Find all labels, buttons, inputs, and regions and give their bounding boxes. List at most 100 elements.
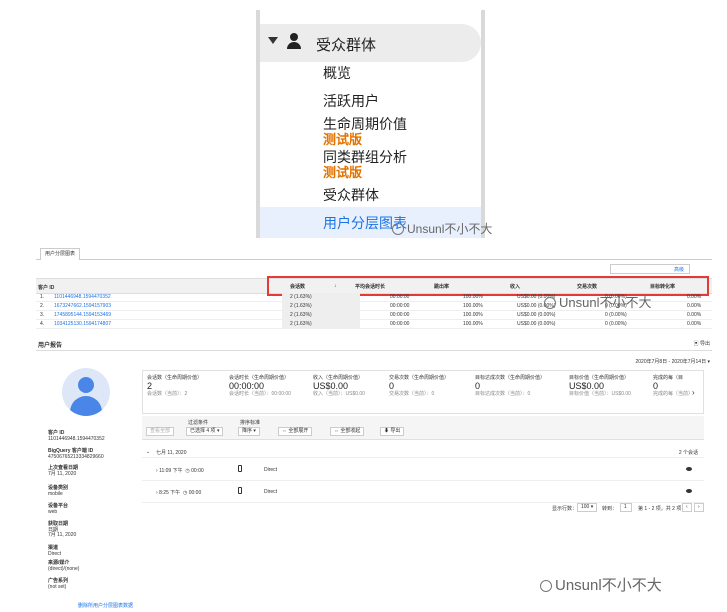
person-icon [287, 33, 301, 49]
metric-value: US$0.00 [313, 381, 349, 391]
mobile-icon [238, 487, 242, 494]
day-header[interactable]: ⌄ 七月 11, 2020 2 个会话 [142, 446, 704, 458]
watermark: Unsunl不小不大 [540, 574, 662, 595]
client-id-link[interactable]: 1101446948.1594470352 [54, 293, 111, 301]
session-row[interactable]: › 8:25 下午 ◷ 00:00 Direct [142, 481, 704, 503]
metric-value: 0 [389, 381, 395, 391]
date-range-picker[interactable]: 2020年7月8日 - 2020年7月14日 ▾ [635, 358, 710, 365]
caret-down-icon [268, 37, 278, 44]
cell-tx: 0 (0.00%) [605, 321, 627, 327]
metric-card: 目标达成次数（生命周期价值） 0 目标达成次数（当前）：0 [475, 375, 545, 397]
profile-field: BigQuery 客户端 ID 47506765213334829660 [48, 448, 104, 460]
session-row[interactable]: › 11:09 下午 ◷ 00:00 Direct [142, 459, 704, 481]
table-row[interactable]: 4. 1034125130.1594174807 2 (1.63%) 00:00:00… [36, 320, 712, 329]
cell-dur: 00:00:00 [390, 321, 410, 327]
cell-bounce: 100.00% [463, 303, 483, 309]
rows-per-page-label: 显示行数： [552, 506, 578, 512]
metric-sub: 收入（当前）：US$0.00 [313, 391, 365, 397]
profile-field-value: mobile [48, 491, 63, 497]
page-range: 第 1 - 2 项，共 2 项 [638, 506, 682, 512]
metric-sub: 会话数（当前）：2 [147, 391, 188, 397]
metrics-bar: 会话数（生命周期价值） 2 会话数（当前）：2 会话时长（生命周期价值） 00:00:0… [142, 370, 704, 414]
profile-field-value: web [48, 509, 58, 515]
prev-page-button[interactable]: ‹ [682, 503, 692, 512]
col-client-id[interactable]: 客户 ID [38, 284, 54, 291]
delete-data-link[interactable]: 删除所用户分层图表数据 [78, 602, 133, 609]
expand-all-button[interactable]: ⇔ 全部展开 [278, 427, 313, 436]
watermark: Unsunl不小不大 [544, 292, 651, 311]
day-label: 七月 11, 2020 [156, 450, 187, 456]
metric-sub: 完成的每（当前） [653, 391, 694, 397]
cell-dur: 00:00:00 [390, 303, 410, 309]
wechat-icon [392, 223, 404, 235]
cell-tx: 0 (0.00%) [605, 312, 627, 318]
profile-field-value: (not set) [48, 584, 67, 590]
nav-section-label: 受众群体 [316, 37, 377, 54]
metric-label: 交易次数（生命周期价值） [389, 375, 450, 381]
metric-sub: 目标达成次数（当前）：0 [475, 391, 531, 397]
nav-item-active-users[interactable]: 活跃用户 [323, 91, 379, 111]
export-button[interactable]: ▣ 导出 [694, 340, 710, 347]
row-number: 3. [40, 312, 45, 318]
session-time: › 11:09 下午 ◷ 00:00 [156, 468, 204, 474]
goto-label: 转到： [602, 506, 618, 512]
client-id-link[interactable]: 1673247662.1594157903 [54, 302, 111, 310]
goto-input[interactable]: 1 [620, 503, 632, 512]
wechat-icon [544, 297, 556, 309]
nav-item-overview[interactable]: 概览 [323, 63, 351, 83]
avatar [62, 368, 110, 416]
profile-field: 渠道 Direct [48, 545, 61, 557]
tab-bar: 用户分层图表 [36, 248, 712, 260]
divider [36, 350, 712, 351]
nav-section-audience[interactable]: 受众群体 [260, 24, 481, 62]
profile-field: 设备平台 web [48, 503, 68, 515]
collapse-all-button[interactable]: ⇔ 全部收起 [330, 427, 365, 436]
cell-bounce: 100.00% [463, 312, 483, 318]
profile-field: 设备类别 mobile [48, 485, 68, 497]
client-id-link[interactable]: 1034125130.1594174807 [54, 320, 111, 328]
cell-sessions: 2 (1.63%) [290, 294, 312, 300]
profile-field-value: 47506765213334829660 [48, 454, 104, 460]
session-count: 2 个会话 [678, 450, 698, 456]
view-all-button[interactable]: 查看全部 [146, 427, 175, 436]
profile-field: 上次查看日期 7月 11, 2020 [48, 465, 78, 477]
eye-icon[interactable] [686, 489, 692, 493]
profile-field: 广告系列 (not set) [48, 578, 68, 590]
metric-value: 0 [475, 381, 481, 391]
export-button[interactable]: ⬇ 导出 [380, 427, 405, 436]
beta-badge: 测试版 [323, 132, 363, 147]
cell-conv: 0.00% [687, 294, 702, 300]
nav-scrollbar[interactable] [481, 10, 485, 238]
metric-value: 2 [147, 381, 153, 391]
table-row[interactable]: 3. 1745895144.1594153469 2 (1.63%) 00:00:00… [36, 311, 712, 320]
cell-bounce: 100.00% [463, 321, 483, 327]
filter-dropdown[interactable]: 已选择 4 项 ▾ [186, 427, 224, 436]
sort-label: 排序标准 [240, 420, 261, 426]
toolbar: 查看全部 过滤条件 已选择 4 项 ▾ 排序标准 降序 ▾ ⇔ 全部展开 ⇔ 全… [142, 416, 704, 440]
chevron-right-icon[interactable]: › [692, 388, 695, 397]
session-time: › 8:25 下午 ◷ 00:00 [156, 490, 202, 496]
profile-field-value: (direct)/(none) [48, 566, 80, 572]
row-number: 2. [40, 303, 45, 309]
profile-field: 7月 11, 2020 [48, 532, 76, 538]
cell-rev: US$0.00 (0.00%) [517, 312, 556, 318]
watermark: Unsunl不小不大 [392, 220, 492, 237]
sort-dropdown[interactable]: 降序 ▾ [238, 427, 260, 436]
metric-value: US$0.00 [569, 381, 605, 391]
row-number: 4. [40, 321, 45, 327]
rows-per-page-select[interactable]: 100 ▾ [577, 503, 598, 512]
metric-sub: 会话时长（当前）：00:00:00 [229, 391, 291, 397]
metric-card: 会话数（生命周期价值） 2 会话数（当前）：2 [147, 375, 202, 397]
next-page-button[interactable]: › [694, 503, 704, 512]
metric-sub: 目标价值（当前）：US$0.00 [569, 391, 631, 397]
client-id-link[interactable]: 1745895144.1594153469 [54, 311, 111, 319]
eye-icon[interactable] [686, 467, 692, 471]
metric-card: 目标价值（生命周期价值） US$0.00 目标价值（当前）：US$0.00 [569, 375, 631, 397]
metric-label: 会话数（生命周期价值） [147, 375, 203, 381]
nav-item-audiences[interactable]: 受众群体 [323, 185, 379, 205]
advanced-link[interactable]: 高级 [674, 266, 684, 273]
profile-field-value: 7月 11, 2020 [48, 471, 77, 477]
cell-sessions: 2 (1.63%) [290, 303, 312, 309]
tab-user-explorer[interactable]: 用户分层图表 [40, 248, 81, 260]
profile-field: 来源/媒介 (direct)/(none) [48, 560, 79, 572]
